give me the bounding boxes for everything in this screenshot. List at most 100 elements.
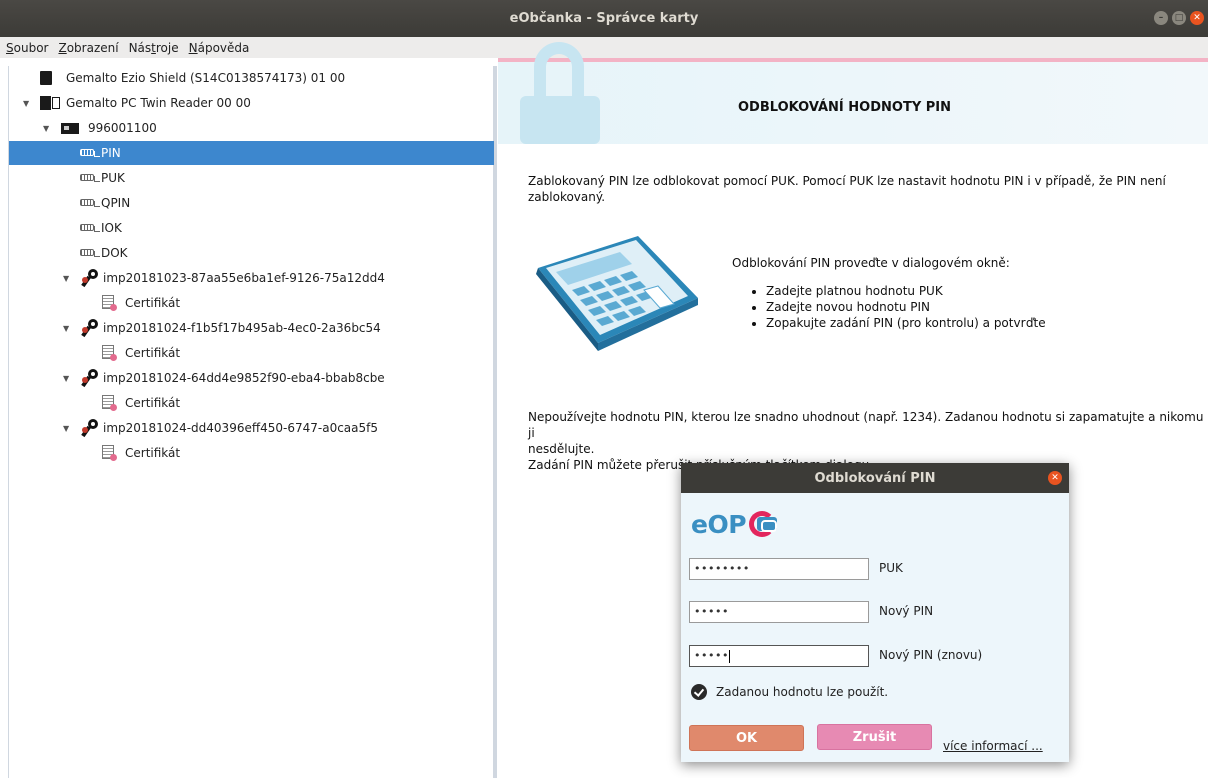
puk-field[interactable]: •••••••• (689, 558, 869, 580)
tree-item-label: Certifikát (125, 446, 181, 460)
device-tree: Gemalto Ezio Shield (S14C0138574173) 01 … (8, 66, 497, 778)
tree-item-puk[interactable]: PUK (9, 166, 494, 190)
tree-item-certificate[interactable]: Certifikát (9, 391, 494, 415)
card-reader-icon (40, 96, 60, 110)
tree-item-certificate[interactable]: Certifikát (9, 441, 494, 465)
menu-nastroje[interactable]: Nástroje (129, 41, 185, 55)
calculator-icon (536, 236, 698, 351)
repeat-pin-label: Nový PIN (znovu) (879, 648, 983, 662)
window-title: eObčanka - Správce karty (509, 11, 699, 26)
key-icon (81, 269, 98, 288)
more-info-link[interactable]: více informací ... (943, 739, 1043, 753)
header-banner: ODBLOKOVÁNÍ HODNOTY PIN (498, 42, 1208, 144)
tree-item-label: Gemalto Ezio Shield (S14C0138574173) 01 … (66, 71, 346, 85)
tree-item-certificate[interactable]: Certifikát (9, 341, 494, 365)
tree-item-label: imp20181023-87aa55e6ba1ef-9126-75a12dd4 (103, 271, 385, 285)
tree-item-reader1[interactable]: Gemalto Ezio Shield (S14C0138574173) 01 … (9, 66, 494, 90)
id-card-logo-icon (749, 511, 779, 537)
dialog-titlebar: Odblokování PIN ✕ (681, 463, 1069, 493)
tree-item-label: PUK (101, 171, 125, 185)
steps-title: Odblokování PIN proveďte v dialogovém ok… (732, 256, 1010, 270)
list-item: Zopakujte zadání PIN (pro kontrolu) a po… (766, 315, 1046, 331)
menu-zobrazeni[interactable]: Zobrazení (58, 41, 124, 55)
cancel-button[interactable]: Zrušit (817, 724, 932, 750)
menu-bar: Soubor Zobrazení Nástroje Nápověda (0, 37, 1208, 58)
text-caret (728, 649, 730, 663)
menu-napoveda[interactable]: Nápověda (189, 41, 256, 55)
warning-line: nesdělujte. (528, 442, 595, 456)
validation-status: Zadanou hodnotu lze použít. (691, 684, 888, 700)
tree-item-label: imp20181024-64dd4e9852f90-eba4-bbab8cbe (103, 371, 385, 385)
list-item: Zadejte novou hodnotu PIN (766, 299, 1046, 315)
menu-zobrazeni-mnemonic: Z (58, 40, 67, 55)
steps-box: Odblokování PIN proveďte v dialogovém ok… (732, 255, 1046, 331)
new-pin-field-value: ••••• (694, 605, 729, 618)
menu-nastroje-label: roje (155, 40, 179, 55)
repeat-pin-field[interactable]: ••••• (689, 645, 869, 667)
keypad-icon (80, 173, 100, 183)
tree-item-label: Certifikát (125, 346, 181, 360)
intro-text: Zablokovaný PIN lze odblokovat pomocí PU… (528, 173, 1166, 205)
window-controls: – □ ✕ (1154, 11, 1204, 25)
tree-item-certificate[interactable]: Certifikát (9, 291, 494, 315)
new-pin-field[interactable]: ••••• (689, 601, 869, 623)
minimize-icon[interactable]: – (1154, 11, 1168, 25)
close-icon[interactable]: ✕ (1048, 471, 1062, 485)
key-icon (81, 319, 98, 338)
menu-soubor-mnemonic: S (6, 40, 14, 55)
tree-item-iok[interactable]: IOK (9, 216, 494, 240)
tree-item-card[interactable]: ▼ 996001100 (9, 116, 494, 140)
tree-item-qpin[interactable]: QPIN (9, 191, 494, 215)
tree-item-dok[interactable]: DOK (9, 241, 494, 265)
tree-item-label: imp20181024-f1b5f17b495ab-4ec0-2a36bc54 (103, 321, 381, 335)
expand-arrow-icon[interactable]: ▼ (63, 374, 69, 383)
logo-text: eOP (691, 509, 747, 539)
tree-item-reader2[interactable]: ▼ Gemalto PC Twin Reader 00 00 (9, 91, 494, 115)
tree-item-key[interactable]: ▼ imp20181023-87aa55e6ba1ef-9126-75a12dd… (9, 266, 494, 290)
repeat-pin-field-value: ••••• (694, 649, 729, 662)
new-pin-label: Nový PIN (879, 604, 934, 618)
expand-arrow-icon[interactable]: ▼ (63, 424, 69, 433)
check-icon (691, 684, 707, 700)
intro-line: Zablokovaný PIN lze odblokovat pomocí PU… (528, 174, 1166, 188)
tree-item-label: PIN (101, 146, 121, 160)
ok-button[interactable]: OK (689, 725, 804, 751)
key-icon (81, 419, 98, 438)
window-titlebar: eObčanka - Správce karty – □ ✕ (0, 0, 1208, 37)
page-title: ODBLOKOVÁNÍ HODNOTY PIN (738, 100, 952, 115)
tree-item-label: IOK (101, 221, 122, 235)
tree-item-key[interactable]: ▼ imp20181024-f1b5f17b495ab-4ec0-2a36bc5… (9, 316, 494, 340)
tree-item-label: DOK (101, 246, 128, 260)
menu-soubor-label: oubor (13, 40, 49, 55)
keypad-icon (80, 248, 100, 258)
tree-item-pin[interactable]: PIN (9, 141, 494, 165)
menu-napoveda-mnemonic: N (188, 40, 198, 55)
keypad-icon (80, 223, 100, 233)
key-icon (81, 369, 98, 388)
tree-item-key[interactable]: ▼ imp20181024-64dd4e9852f90-eba4-bbab8cb… (9, 366, 494, 390)
expand-arrow-icon[interactable]: ▼ (63, 324, 69, 333)
menu-soubor[interactable]: Soubor (6, 41, 54, 55)
dialog-title: Odblokování PIN (814, 470, 936, 486)
maximize-icon[interactable]: □ (1172, 11, 1186, 25)
certificate-icon (101, 345, 117, 361)
expand-arrow-icon[interactable]: ▼ (43, 124, 49, 133)
expand-arrow-icon[interactable]: ▼ (63, 274, 69, 283)
tree-item-key[interactable]: ▼ imp20181024-dd40396eff450-6747-a0caa5f… (9, 416, 494, 440)
tree-item-label: QPIN (101, 196, 131, 210)
keypad-icon (80, 198, 100, 208)
certificate-icon (101, 445, 117, 461)
warning-line: Nepoužívejte hodnotu PIN, kterou lze sna… (528, 410, 1204, 440)
status-text: Zadanou hodnotu lze použít. (716, 685, 889, 699)
tree-item-label: Certifikát (125, 296, 181, 310)
keypad-icon (80, 148, 100, 158)
menu-nastroje-label-pre: Nás (128, 40, 152, 55)
tree-item-label: 996001100 (88, 121, 157, 135)
menu-napoveda-label: ápověda (197, 40, 250, 55)
expand-arrow-icon[interactable]: ▼ (23, 99, 29, 108)
list-item: Zadejte platnou hodnotu PUK (766, 283, 1046, 299)
menu-zobrazeni-label: obrazení (66, 40, 119, 55)
steps-list: Zadejte platnou hodnotu PUK Zadejte novo… (766, 283, 1046, 331)
close-icon[interactable]: ✕ (1190, 11, 1204, 25)
eop-logo: eOP (691, 507, 779, 541)
